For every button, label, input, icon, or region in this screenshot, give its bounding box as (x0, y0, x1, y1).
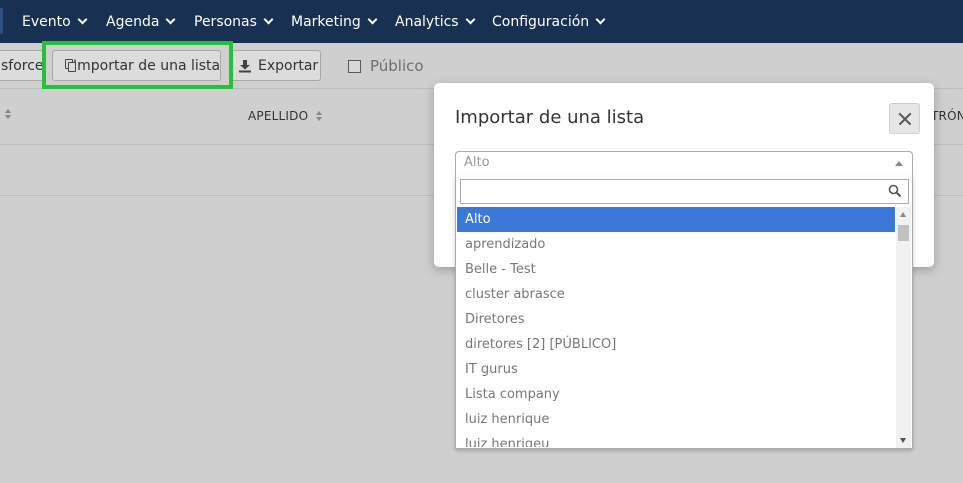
chevron-down-icon (465, 14, 476, 25)
nav-item-marketing[interactable]: Marketing (291, 0, 378, 43)
nav-item-evento[interactable]: Evento (22, 0, 88, 43)
chevron-down-icon (165, 14, 176, 25)
nav-item-analytics[interactable]: Analytics (395, 0, 476, 43)
nav-item-configuracion[interactable]: Configuración (492, 0, 606, 43)
close-icon[interactable] (889, 103, 920, 134)
list-select[interactable]: Alto (455, 151, 913, 176)
list-item[interactable]: cluster abrasce (457, 282, 895, 307)
select-dropdown: Alto aprendizado Belle - Test cluster ab… (455, 175, 913, 449)
list-item[interactable]: aprendizado (457, 232, 895, 257)
list-item[interactable]: diretores [2] [PÚBLICO] (457, 332, 895, 357)
export-button[interactable]: Exportar (229, 50, 321, 81)
chevron-down-icon (595, 14, 606, 25)
chevron-down-icon (263, 14, 274, 25)
sort-icon (316, 111, 323, 121)
options-list: Alto aprendizado Belle - Test cluster ab… (457, 207, 895, 447)
list-item[interactable]: luiz henriqeu (457, 432, 895, 447)
list-item[interactable]: Lista company (457, 382, 895, 407)
list-item[interactable]: Alto (457, 207, 895, 232)
nav-item-personas[interactable]: Personas (194, 0, 274, 43)
scrollbar-thumb[interactable] (898, 225, 909, 241)
scroll-down-icon[interactable] (900, 438, 906, 443)
nav-accent (0, 8, 3, 34)
scroll-up-icon[interactable] (900, 212, 906, 217)
column-header-apellido[interactable]: APELLIDO (248, 109, 323, 123)
salesforce-button[interactable]: sforce (0, 50, 45, 81)
caret-up-icon (895, 161, 903, 166)
column-header-electronico[interactable]: TRÓN (931, 109, 963, 123)
search-icon (888, 184, 902, 198)
chevron-down-icon (77, 14, 88, 25)
dropdown-search-input[interactable] (460, 179, 909, 204)
highlight-box (42, 41, 233, 89)
checkbox-icon (348, 59, 361, 73)
public-checkbox[interactable]: Público (348, 57, 424, 75)
list-item[interactable]: IT gurus (457, 357, 895, 382)
chevron-down-icon (367, 14, 378, 25)
list-item[interactable]: Diretores (457, 307, 895, 332)
list-item[interactable]: Belle - Test (457, 257, 895, 282)
sort-icon (5, 109, 11, 119)
top-nav: Evento Agenda Personas Marketing Analyti… (0, 0, 963, 43)
dropdown-scrollbar[interactable] (896, 207, 911, 448)
modal-title: Importar de una lista (455, 107, 645, 128)
download-icon (239, 59, 251, 72)
column-header-sort[interactable] (0, 109, 11, 119)
nav-item-agenda[interactable]: Agenda (106, 0, 176, 43)
list-item[interactable]: luiz henrique (457, 407, 895, 432)
